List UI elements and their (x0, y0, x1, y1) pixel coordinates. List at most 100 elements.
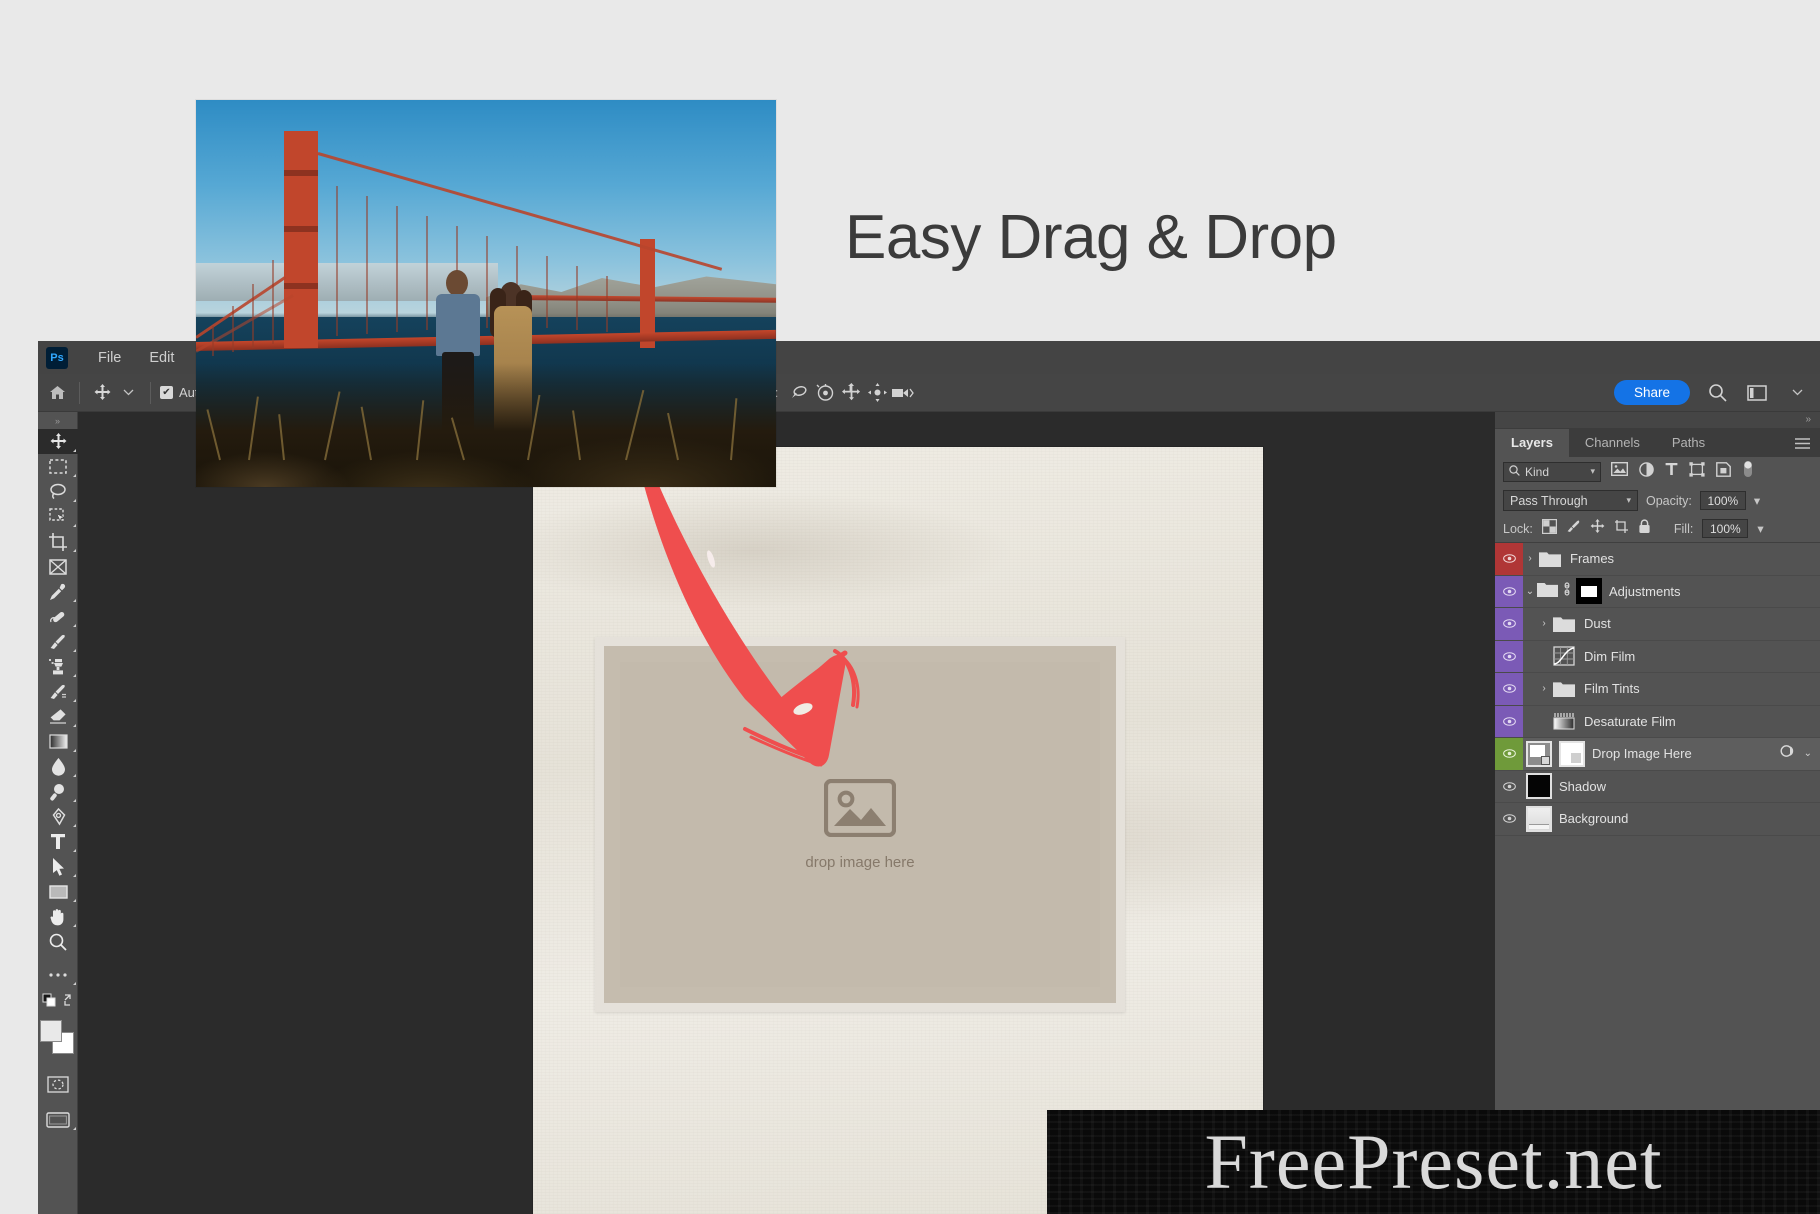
tab-paths[interactable]: Paths (1655, 429, 1722, 457)
slide-3d-icon[interactable] (864, 380, 890, 406)
disclosure-chevron-right-icon[interactable]: › (1537, 683, 1551, 694)
layer-color-tag[interactable] (1495, 803, 1523, 835)
workspace-chevron-down-icon[interactable] (1784, 380, 1810, 406)
lock-transparency-icon[interactable] (1541, 518, 1557, 539)
link-mask-icon[interactable] (1562, 582, 1572, 601)
tool-gradient[interactable] (38, 729, 78, 754)
layer-color-tag[interactable] (1495, 738, 1523, 770)
layer-color-tag[interactable] (1495, 575, 1523, 607)
layer-thumbnail[interactable] (1526, 773, 1552, 800)
photo-frame[interactable]: drop image here (595, 637, 1125, 1012)
tool-edit-toolbar-ellipsis-icon[interactable] (38, 962, 78, 987)
table-row[interactable]: Drop Image Here ⌄ (1495, 738, 1820, 771)
expand-panel-icon[interactable]: » (38, 414, 77, 429)
roll-3d-icon[interactable] (812, 380, 838, 406)
document-canvas[interactable]: drop image here (533, 447, 1263, 1214)
workspace-icon[interactable] (1744, 380, 1770, 406)
tool-type[interactable] (38, 829, 78, 854)
dragged-source-photo[interactable] (196, 100, 776, 487)
tool-lasso[interactable] (38, 479, 78, 504)
layer-color-tag[interactable] (1495, 608, 1523, 640)
pan-3d-icon[interactable] (838, 380, 864, 406)
table-row[interactable]: › Frames (1495, 543, 1820, 576)
table-row[interactable]: › Film Tints (1495, 673, 1820, 706)
orbit-3d-icon[interactable] (786, 380, 812, 406)
menu-item-file[interactable]: File (84, 350, 135, 366)
smart-object-filter-thumbnail[interactable] (1559, 740, 1585, 767)
tool-move[interactable] (38, 429, 78, 454)
smart-object-thumbnail[interactable] (1526, 740, 1552, 767)
drop-target-area[interactable]: drop image here (620, 662, 1100, 987)
tool-rectangular-marquee[interactable] (38, 454, 78, 479)
tool-eraser[interactable] (38, 704, 78, 729)
adjustment-layer-filter-icon[interactable] (1639, 461, 1654, 482)
shape-layer-filter-icon[interactable] (1689, 461, 1705, 482)
disclosure-chevron-right-icon[interactable]: › (1523, 553, 1537, 564)
tool-object-selection[interactable] (38, 504, 78, 529)
fill-chevron-down-icon[interactable]: ▾ (1757, 521, 1763, 536)
chevron-down-icon[interactable]: ▾ (1590, 466, 1595, 477)
gradient-map-icon[interactable] (1551, 708, 1577, 734)
layer-expand-chevron-down-icon[interactable]: ⌄ (1804, 748, 1812, 759)
panel-menu-icon[interactable] (1795, 436, 1810, 454)
layer-thumbnail[interactable] (1526, 805, 1552, 832)
layer-kind-select[interactable]: Kind ▾ (1503, 461, 1601, 482)
curves-adjustment-icon[interactable] (1551, 643, 1577, 669)
lock-image-icon[interactable] (1566, 519, 1581, 539)
table-row[interactable]: Dim Film (1495, 640, 1820, 673)
tool-clone-stamp[interactable] (38, 654, 78, 679)
share-button[interactable]: Share (1613, 380, 1690, 405)
tool-history-brush[interactable] (38, 679, 78, 704)
tool-zoom[interactable] (38, 929, 78, 954)
filter-toggle-icon[interactable] (1742, 460, 1754, 483)
tool-hand[interactable] (38, 904, 78, 929)
move-tool-icon[interactable] (89, 380, 115, 406)
tool-rectangle[interactable] (38, 879, 78, 904)
search-icon[interactable] (1704, 380, 1730, 406)
camera-3d-icon[interactable] (890, 380, 916, 406)
disclosure-chevron-down-icon[interactable]: ⌄ (1523, 586, 1537, 597)
layer-color-tag[interactable] (1495, 705, 1523, 737)
quick-mask-icon[interactable] (38, 1072, 78, 1097)
layer-color-tag[interactable] (1495, 673, 1523, 705)
table-row[interactable]: Background (1495, 803, 1820, 836)
foreground-color-swatch[interactable] (40, 1020, 62, 1042)
lock-position-icon[interactable] (1590, 518, 1605, 539)
tool-path-selection[interactable] (38, 854, 78, 879)
tool-pen[interactable] (38, 804, 78, 829)
layer-mask-thumbnail[interactable] (1576, 578, 1602, 605)
type-layer-filter-icon[interactable] (1665, 462, 1678, 481)
tool-blur[interactable] (38, 754, 78, 779)
menu-item-edit[interactable]: Edit (135, 350, 188, 366)
chevron-down-icon[interactable]: ▾ (1626, 495, 1631, 506)
table-row[interactable]: Desaturate Film (1495, 705, 1820, 738)
table-row[interactable]: ⌄ Adjustments (1495, 575, 1820, 608)
tool-frame[interactable] (38, 554, 78, 579)
table-row[interactable]: Shadow (1495, 771, 1820, 803)
table-row[interactable]: › Dust (1495, 608, 1820, 641)
tool-brush[interactable] (38, 629, 78, 654)
smart-object-filter-icon[interactable] (1716, 461, 1731, 482)
tool-eyedropper[interactable] (38, 579, 78, 604)
tab-layers[interactable]: Layers (1495, 429, 1569, 457)
lock-all-icon[interactable] (1638, 518, 1651, 539)
tool-spot-healing-brush[interactable] (38, 604, 78, 629)
layer-color-tag[interactable] (1495, 640, 1523, 672)
screen-mode-icon[interactable] (38, 1107, 78, 1132)
default-colors-icon[interactable] (38, 987, 78, 1012)
lock-artboard-icon[interactable] (1614, 519, 1629, 539)
layer-color-tag[interactable] (1495, 543, 1523, 575)
canvas-area[interactable]: drop image here (78, 412, 1495, 1214)
opacity-value[interactable]: 100% (1699, 491, 1746, 510)
color-swatches[interactable] (38, 1018, 78, 1058)
layer-effects-fx-icon[interactable] (1780, 744, 1797, 763)
tab-channels[interactable]: Channels (1568, 429, 1656, 457)
expand-panel-icon[interactable]: » (1495, 412, 1820, 428)
auto-select-checkbox[interactable]: ✔ (160, 386, 173, 399)
pixel-layer-filter-icon[interactable] (1610, 461, 1629, 481)
blend-mode-select[interactable]: Pass Through ▾ (1503, 490, 1638, 511)
tool-preset-chevron-down-icon[interactable] (115, 380, 141, 406)
disclosure-chevron-right-icon[interactable]: › (1537, 618, 1551, 629)
layer-color-tag[interactable] (1495, 771, 1523, 803)
tool-dodge[interactable] (38, 779, 78, 804)
